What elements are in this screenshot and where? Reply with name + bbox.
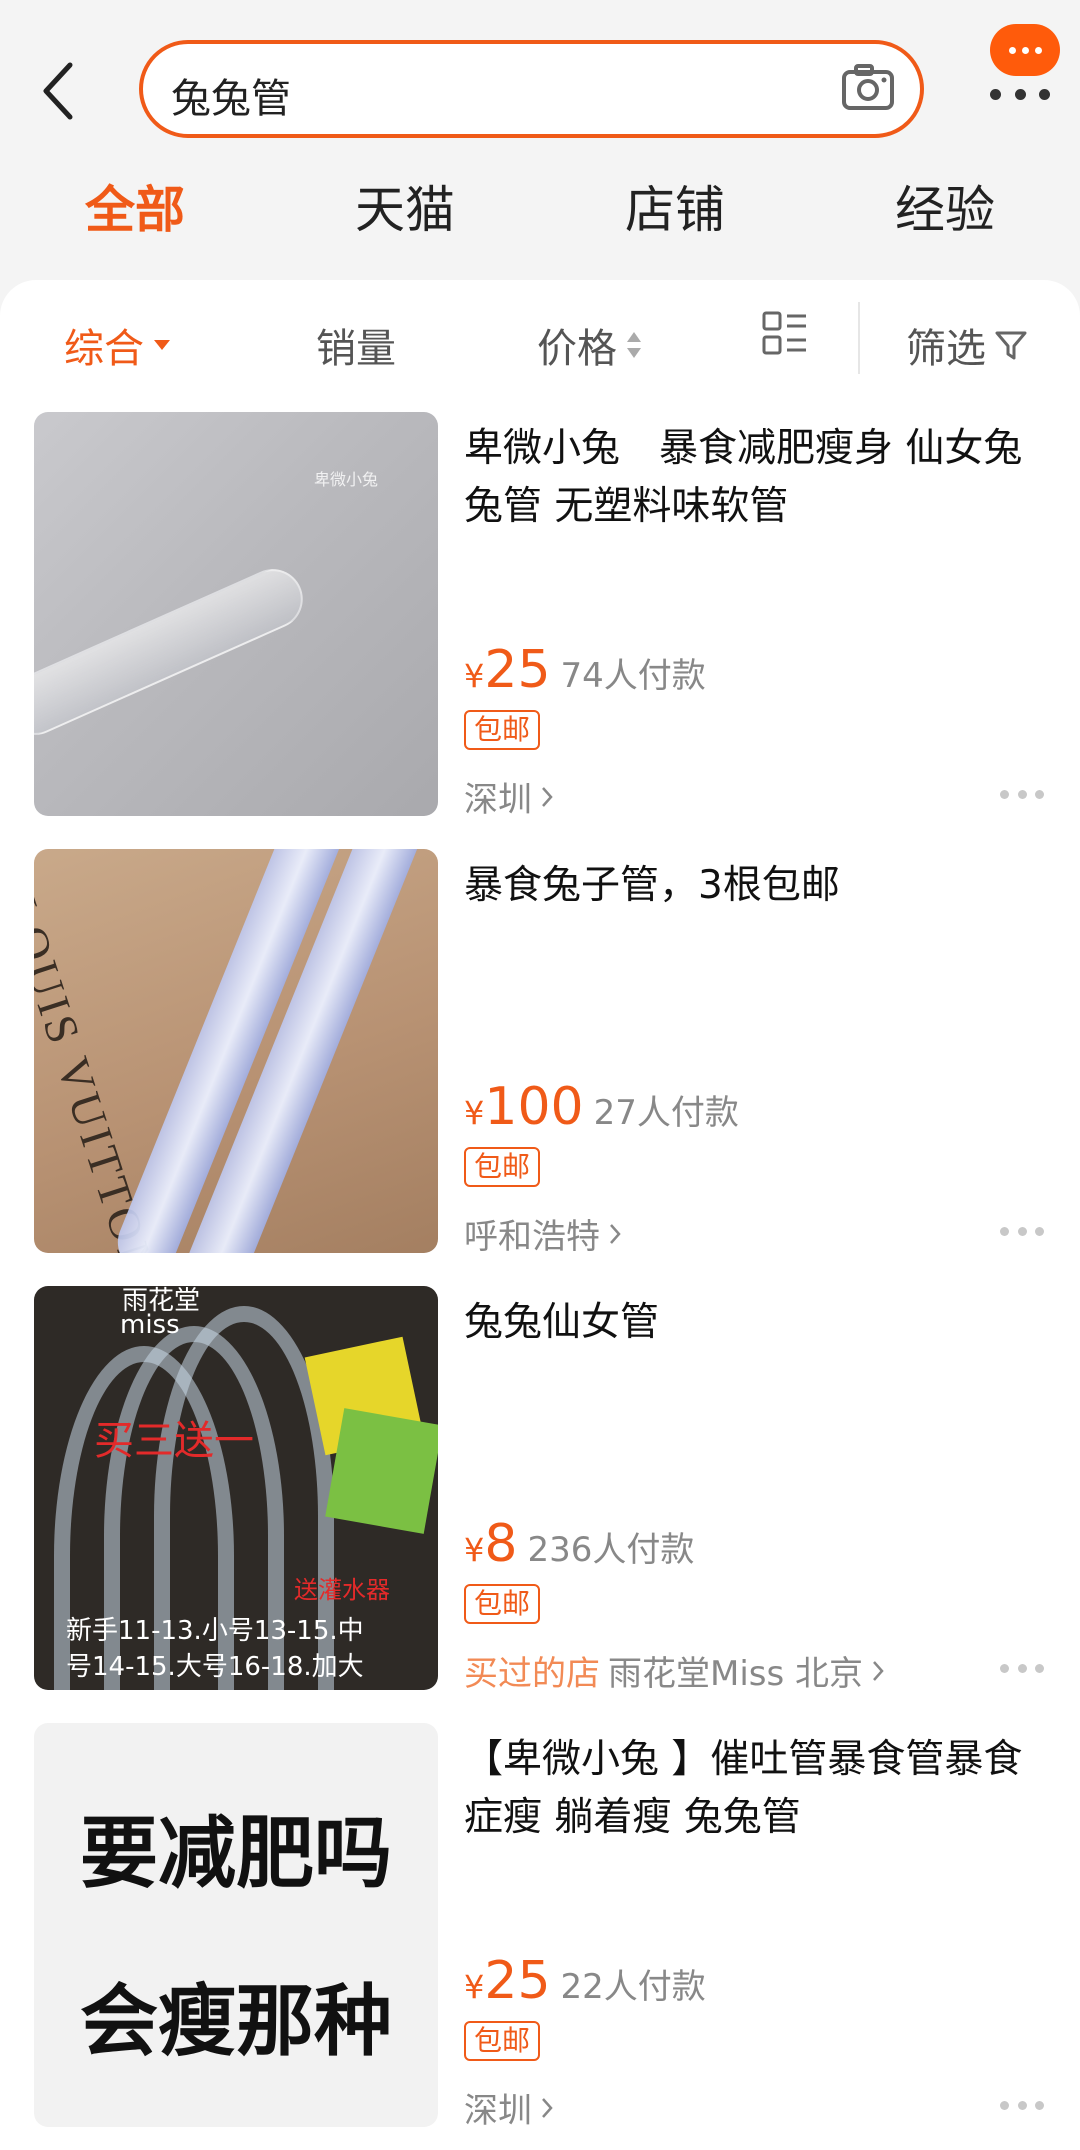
product-price: 25	[484, 640, 551, 700]
chevron-right-icon	[542, 786, 553, 807]
chevron-right-icon	[542, 2097, 553, 2118]
category-tabs: 全部 天猫 店铺 经验	[0, 170, 1080, 240]
packet-graphic	[325, 1408, 438, 1534]
caret-down-icon	[154, 340, 170, 350]
currency-symbol: ¥	[464, 657, 485, 695]
sort-sales-label: 销量	[316, 326, 396, 372]
sales-count: 236人付款	[527, 1530, 695, 1570]
more-options-button[interactable]	[1000, 2101, 1044, 2113]
tab-all[interactable]: 全部	[35, 170, 235, 242]
product-card[interactable]: 雨花堂 miss 买三送一 送灌水器 新手11-13.小号13-15.中 号14…	[0, 1286, 1080, 1696]
sort-price-label: 价格	[537, 326, 617, 372]
price-row: ¥ 100 27人付款	[464, 1077, 739, 1137]
sort-comprehensive-label: 综合	[64, 326, 144, 372]
product-card[interactable]: LOUIS VUITTON 暴食兔子管，3根包邮 ¥ 100 27人付款 包邮 …	[0, 849, 1080, 1259]
tab-experience[interactable]: 经验	[845, 170, 1045, 242]
image-size-text: 号14-15.大号16-18.加大	[66, 1652, 364, 1682]
layout-toggle-button[interactable]	[762, 310, 808, 356]
location-label: 深圳	[464, 2091, 532, 2131]
image-gift-text: 送灌水器	[294, 1576, 390, 1604]
image-promo-text: 买三送一	[94, 1418, 254, 1464]
product-title[interactable]: 暴食兔子管，3根包邮	[464, 857, 1054, 915]
message-button[interactable]	[990, 24, 1060, 76]
more-dot-icon	[990, 88, 1001, 100]
chevron-right-icon	[610, 1223, 621, 1244]
header: 兔兔管 全部 天猫 店铺 经验	[0, 0, 1080, 280]
free-shipping-badge: 包邮	[464, 1147, 541, 1187]
chevron-right-icon	[873, 1660, 884, 1681]
sales-count: 74人付款	[560, 656, 706, 696]
shop-location-link[interactable]: 深圳	[464, 2083, 554, 2132]
tube-graphic	[34, 559, 313, 745]
free-shipping-badge: 包邮	[464, 2021, 541, 2061]
product-price: 100	[484, 1077, 584, 1137]
product-info: 暴食兔子管，3根包邮 ¥ 100 27人付款 包邮 呼和浩特	[464, 857, 1054, 1257]
shop-location-link[interactable]: 深圳	[464, 772, 554, 821]
filter-label: 筛选	[906, 326, 986, 372]
currency-symbol: ¥	[464, 1968, 485, 2006]
shop-location-link[interactable]: 呼和浩特	[464, 1209, 622, 1258]
back-button[interactable]	[28, 56, 88, 126]
tab-shops[interactable]: 店铺	[575, 170, 775, 242]
more-options-button[interactable]	[1000, 1227, 1044, 1239]
list-view-icon	[762, 311, 806, 355]
more-options-button[interactable]	[1000, 1664, 1044, 1676]
currency-symbol: ¥	[464, 1531, 485, 1569]
message-dot-icon	[1021, 46, 1029, 54]
filter-funnel-icon	[995, 331, 1027, 360]
camera-icon	[842, 64, 894, 110]
product-info: 【卑微小兔 】催吐管暴食管暴食症瘦 躺着瘦 兔兔管 ¥ 25 22人付款 包邮 …	[464, 1731, 1054, 2131]
currency-symbol: ¥	[464, 1094, 485, 1132]
search-input[interactable]: 兔兔管	[171, 66, 291, 124]
location-label: 深圳	[464, 780, 532, 820]
product-title[interactable]: 【卑微小兔 】催吐管暴食管暴食症瘦 躺着瘦 兔兔管	[464, 1731, 1054, 1847]
search-box[interactable]: 兔兔管	[139, 40, 924, 138]
free-shipping-badge: 包邮	[464, 710, 541, 750]
price-row: ¥ 8 236人付款	[464, 1514, 694, 1574]
image-watermark: 卑微小兔	[314, 470, 379, 489]
product-info: 卑微小兔 暴食减肥瘦身 仙女兔兔管 无塑料味软管 ¥ 25 74人付款 包邮 深…	[464, 420, 1054, 820]
bought-before-label: 买过的店	[464, 1654, 600, 1694]
product-title[interactable]: 卑微小兔 暴食减肥瘦身 仙女兔兔管 无塑料味软管	[464, 420, 1054, 536]
message-dot-icon	[1034, 46, 1042, 54]
image-headline-text: 会瘦那种	[79, 1977, 392, 2067]
price-row: ¥ 25 74人付款	[464, 640, 706, 700]
sort-comprehensive[interactable]: 综合	[64, 316, 172, 374]
sort-bar: 综合 销量 价格 筛选	[0, 280, 1080, 400]
message-dot-icon	[1008, 46, 1016, 54]
sort-arrows-icon	[627, 332, 641, 358]
results-panel: 综合 销量 价格 筛选 卑微小兔 卑微小兔 暴食减肥瘦身 仙女兔兔管 无塑料味软…	[0, 280, 1080, 2150]
sales-count: 22人付款	[560, 1967, 706, 2007]
product-card[interactable]: 卑微小兔 卑微小兔 暴食减肥瘦身 仙女兔兔管 无塑料味软管 ¥ 25 74人付款…	[0, 412, 1080, 822]
tab-tmall[interactable]: 天猫	[305, 170, 505, 242]
camera-search-button[interactable]	[838, 58, 898, 118]
sort-sales[interactable]: 销量	[316, 316, 396, 374]
sort-divider	[858, 302, 860, 374]
product-card[interactable]: 要减肥吗 会瘦那种 【卑微小兔 】催吐管暴食管暴食症瘦 躺着瘦 兔兔管 ¥ 25…	[0, 1723, 1080, 2133]
sort-price[interactable]: 价格	[537, 316, 643, 374]
product-image[interactable]: 雨花堂 miss 买三送一 送灌水器 新手11-13.小号13-15.中 号14…	[34, 1286, 438, 1690]
more-menu-button[interactable]	[990, 84, 1050, 104]
more-dot-icon	[1039, 88, 1050, 100]
product-info: 兔兔仙女管 ¥ 8 236人付款 包邮 买过的店 雨花堂Miss 北京	[464, 1294, 1054, 1694]
product-price: 8	[484, 1514, 518, 1574]
image-size-text: 新手11-13.小号13-15.中	[66, 1616, 364, 1646]
product-image[interactable]: 要减肥吗 会瘦那种	[34, 1723, 438, 2127]
filter-button[interactable]: 筛选	[906, 316, 1028, 374]
product-title[interactable]: 兔兔仙女管	[464, 1294, 1054, 1352]
image-headline-text: 要减肥吗	[79, 1809, 392, 1899]
price-row: ¥ 25 22人付款	[464, 1951, 706, 2011]
more-options-button[interactable]	[1000, 790, 1044, 802]
shop-location-link[interactable]: 买过的店 雨花堂Miss 北京	[464, 1646, 885, 1695]
product-price: 25	[484, 1951, 551, 2011]
product-image[interactable]: 卑微小兔	[34, 412, 438, 816]
chevron-left-icon	[43, 62, 73, 120]
more-dot-icon	[1014, 88, 1026, 100]
sales-count: 27人付款	[593, 1093, 739, 1133]
free-shipping-badge: 包邮	[464, 1584, 541, 1624]
location-label: 呼和浩特	[464, 1217, 600, 1257]
image-brand-text: miss	[120, 1310, 180, 1340]
product-image[interactable]: LOUIS VUITTON	[34, 849, 438, 1253]
shop-name-location: 雨花堂Miss 北京	[608, 1654, 864, 1694]
